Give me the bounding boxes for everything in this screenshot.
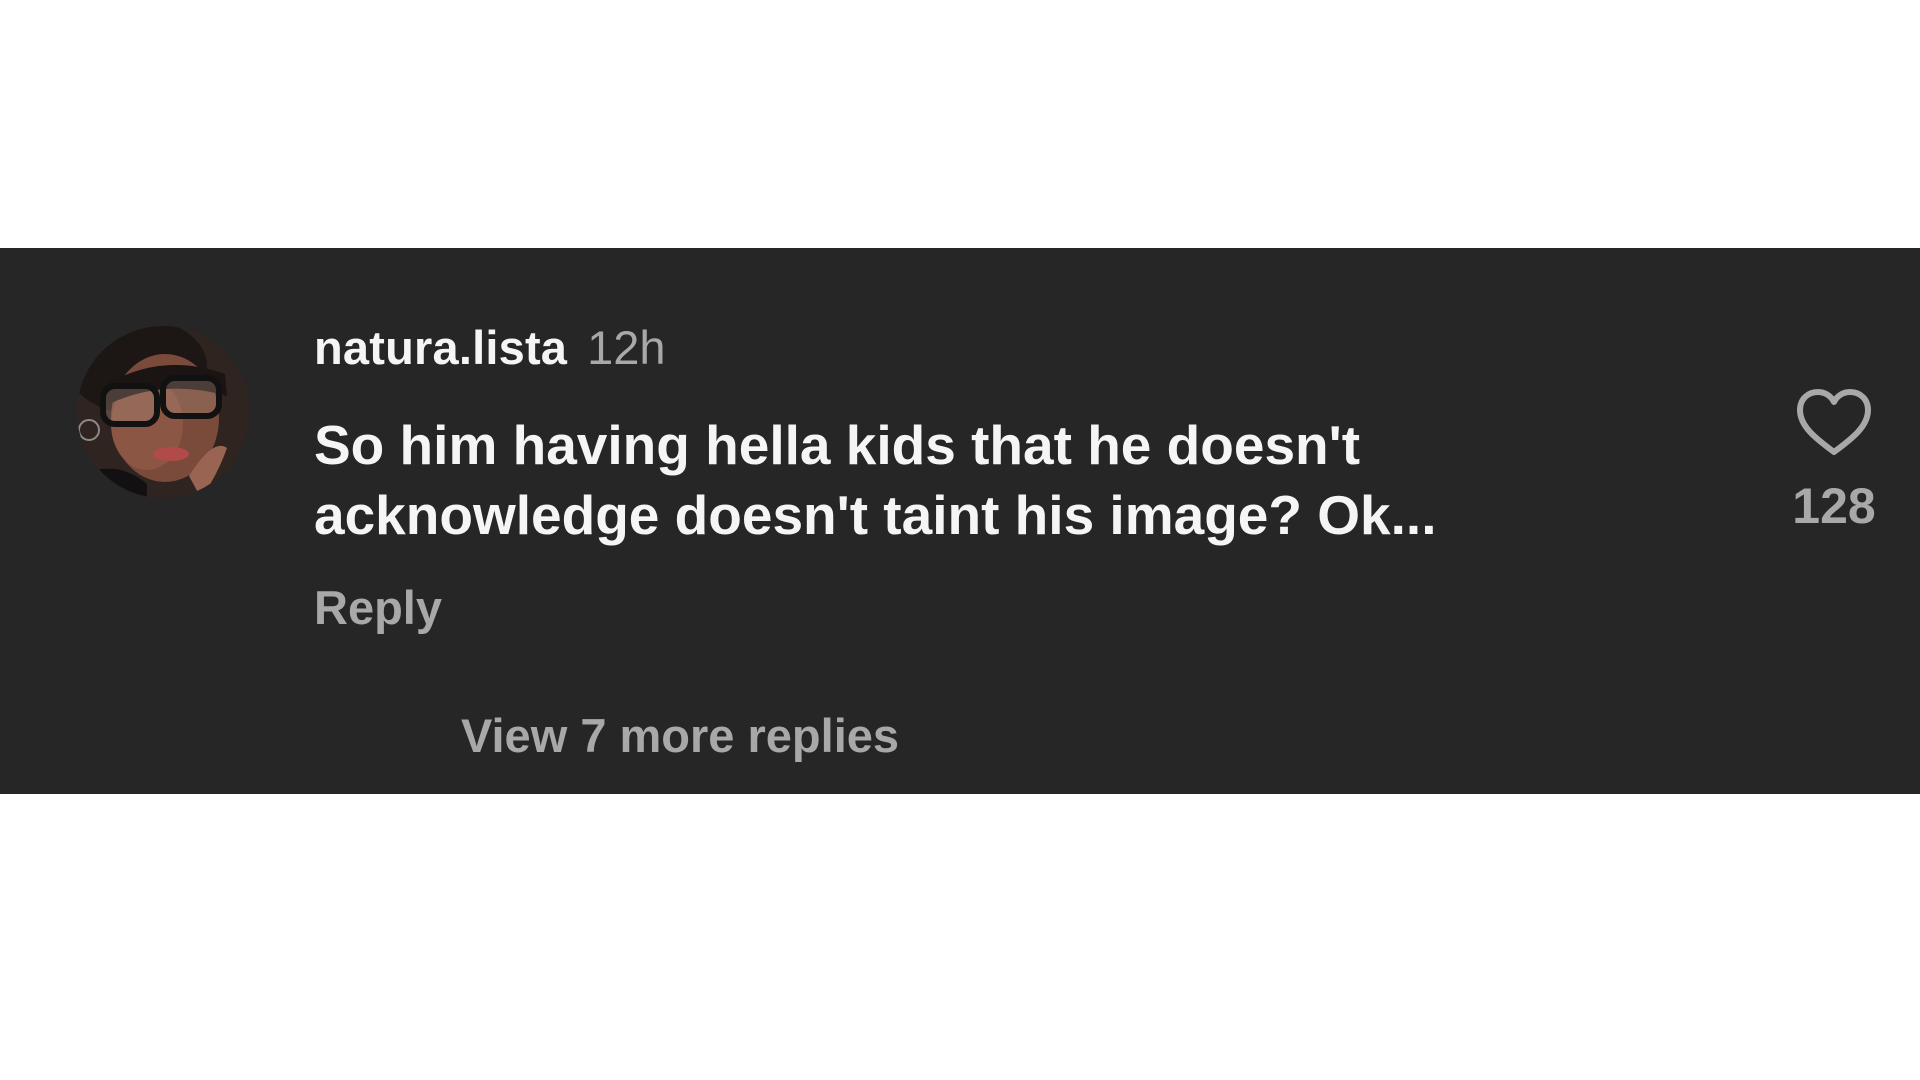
- avatar[interactable]: [77, 326, 249, 498]
- reply-button[interactable]: Reply: [314, 580, 442, 635]
- comment-header: natura.lista 12h: [314, 320, 1714, 380]
- page: natura.lista 12h So him having hella kid…: [0, 0, 1920, 1080]
- comment-card: natura.lista 12h So him having hella kid…: [0, 248, 1920, 794]
- heart-outline-icon[interactable]: [1795, 388, 1873, 458]
- username[interactable]: natura.lista: [314, 320, 567, 375]
- like-count: 128: [1792, 478, 1876, 534]
- avatar-image: [77, 326, 249, 498]
- comment-body: natura.lista 12h So him having hella kid…: [314, 320, 1714, 635]
- view-more-replies-button[interactable]: View 7 more replies: [461, 708, 899, 763]
- comment-text: So him having hella kids that he doesn't…: [314, 414, 1437, 546]
- timestamp: 12h: [587, 321, 666, 374]
- like-area: 128: [1780, 388, 1888, 535]
